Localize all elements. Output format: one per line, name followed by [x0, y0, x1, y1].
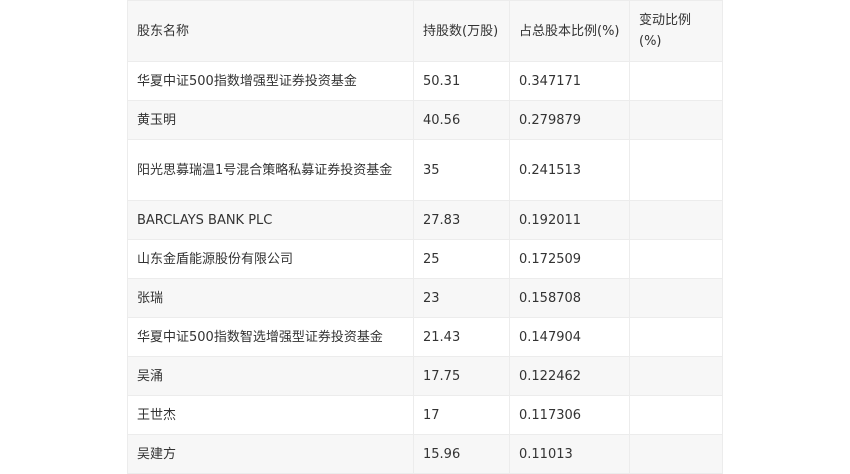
cell-change [629, 317, 723, 357]
cell-ratio: 0.279879 [509, 100, 630, 140]
table-row: 吴建方 15.96 0.11013 [127, 434, 723, 474]
cell-change [629, 278, 723, 318]
cell-shareholder-name: 华夏中证500指数增强型证券投资基金 [127, 61, 414, 101]
cell-shareholder-name: 吴建方 [127, 434, 414, 474]
cell-shareholder-name: 阳光思募瑞温1号混合策略私募证券投资基金 [127, 139, 414, 201]
cell-shares: 21.43 [413, 317, 510, 357]
cell-ratio: 0.11013 [509, 434, 630, 474]
cell-ratio: 0.192011 [509, 200, 630, 240]
table-body: 华夏中证500指数增强型证券投资基金 50.31 0.347171 黄玉明 40… [127, 61, 723, 474]
header-change: 变动比例(%) [629, 0, 723, 62]
cell-shares: 23 [413, 278, 510, 318]
cell-shares: 50.31 [413, 61, 510, 101]
cell-shareholder-name: 王世杰 [127, 395, 414, 435]
cell-change [629, 356, 723, 396]
header-row: 股东名称 持股数(万股) 占总股本比例(%) 变动比例(%) [127, 0, 723, 62]
header-ratio: 占总股本比例(%) [509, 0, 630, 62]
cell-ratio: 0.117306 [509, 395, 630, 435]
shareholder-table-container: 股东名称 持股数(万股) 占总股本比例(%) 变动比例(%) 华夏中证500指数… [127, 0, 723, 474]
table-row: 王世杰 17 0.117306 [127, 395, 723, 435]
cell-change [629, 139, 723, 201]
cell-shareholder-name: 华夏中证500指数智选增强型证券投资基金 [127, 317, 414, 357]
cell-shareholder-name: 黄玉明 [127, 100, 414, 140]
cell-shares: 17 [413, 395, 510, 435]
cell-shares: 40.56 [413, 100, 510, 140]
cell-shares: 35 [413, 139, 510, 201]
table-row: 华夏中证500指数增强型证券投资基金 50.31 0.347171 [127, 61, 723, 101]
cell-change [629, 395, 723, 435]
cell-shares: 17.75 [413, 356, 510, 396]
table-row: 张瑞 23 0.158708 [127, 278, 723, 318]
table-row: 华夏中证500指数智选增强型证券投资基金 21.43 0.147904 [127, 317, 723, 357]
cell-shares: 15.96 [413, 434, 510, 474]
cell-shareholder-name: 山东金盾能源股份有限公司 [127, 239, 414, 279]
table-row: 阳光思募瑞温1号混合策略私募证券投资基金 35 0.241513 [127, 139, 723, 201]
cell-shareholder-name: 张瑞 [127, 278, 414, 318]
table-row: 山东金盾能源股份有限公司 25 0.172509 [127, 239, 723, 279]
table-row: 吴涌 17.75 0.122462 [127, 356, 723, 396]
cell-shares: 27.83 [413, 200, 510, 240]
cell-ratio: 0.122462 [509, 356, 630, 396]
shareholder-table: 股东名称 持股数(万股) 占总股本比例(%) 变动比例(%) 华夏中证500指数… [127, 0, 723, 474]
cell-change [629, 61, 723, 101]
cell-ratio: 0.147904 [509, 317, 630, 357]
cell-change [629, 434, 723, 474]
cell-ratio: 0.158708 [509, 278, 630, 318]
cell-shareholder-name: 吴涌 [127, 356, 414, 396]
table-row: BARCLAYS BANK PLC 27.83 0.192011 [127, 200, 723, 240]
cell-ratio: 0.241513 [509, 139, 630, 201]
header-shares: 持股数(万股) [413, 0, 510, 62]
table-header: 股东名称 持股数(万股) 占总股本比例(%) 变动比例(%) [127, 0, 723, 62]
cell-ratio: 0.172509 [509, 239, 630, 279]
cell-change [629, 100, 723, 140]
table-row: 黄玉明 40.56 0.279879 [127, 100, 723, 140]
header-shareholder-name: 股东名称 [127, 0, 414, 62]
cell-change [629, 239, 723, 279]
cell-shares: 25 [413, 239, 510, 279]
cell-ratio: 0.347171 [509, 61, 630, 101]
cell-shareholder-name: BARCLAYS BANK PLC [127, 200, 414, 240]
cell-change [629, 200, 723, 240]
